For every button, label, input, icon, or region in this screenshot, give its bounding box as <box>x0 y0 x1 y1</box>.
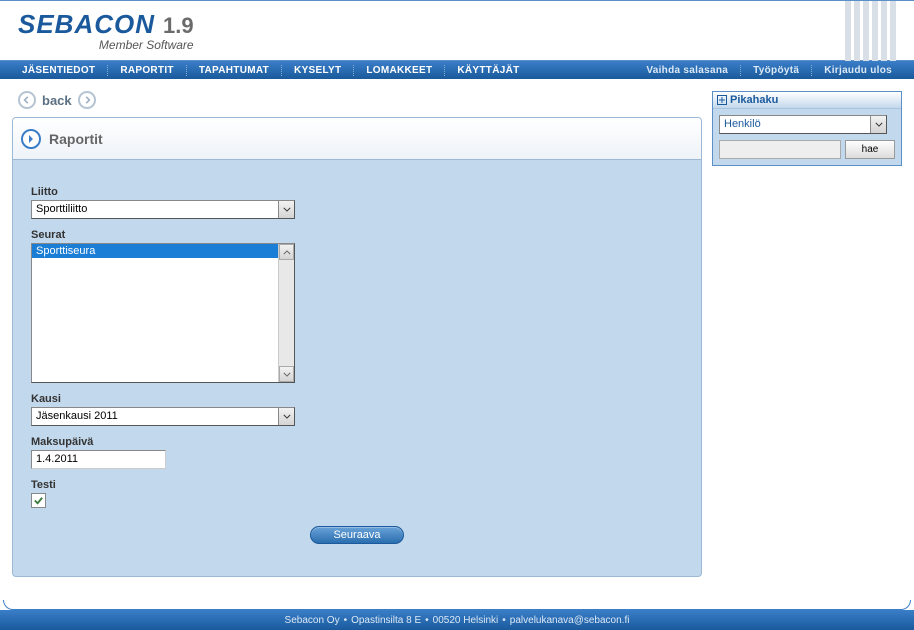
header: SEBACON 1.9 Member Software <box>0 1 914 61</box>
navbar: JÄSENTIEDOT RAPORTIT TAPAHTUMAT KYSELYT … <box>0 61 914 79</box>
chevron-down-icon <box>278 408 294 425</box>
panel-icon <box>21 129 41 149</box>
quicksearch-select[interactable]: Henkilö <box>719 115 887 134</box>
panel-header: Raportit <box>13 118 701 160</box>
liitto-select[interactable]: Sporttiliitto <box>31 200 295 219</box>
next-button[interactable]: Seuraava <box>310 526 404 544</box>
logo-version: 1.9 <box>163 13 194 39</box>
footer-city: 00520 Helsinki <box>433 615 499 626</box>
liitto-label: Liitto <box>31 186 683 198</box>
footer-email[interactable]: palvelukanava@sebacon.fi <box>510 615 630 626</box>
list-item[interactable]: Sporttiseura <box>32 244 294 258</box>
scrollbar[interactable] <box>278 244 294 382</box>
nav-raportit[interactable]: RAPORTIT <box>107 65 186 76</box>
scroll-down-icon[interactable] <box>279 366 294 382</box>
nav-change-password[interactable]: Vaihda salasana <box>634 65 740 76</box>
forward-button[interactable] <box>78 91 96 109</box>
frame-border <box>3 600 911 610</box>
quicksearch-input[interactable] <box>719 140 841 159</box>
seurat-label: Seurat <box>31 229 683 241</box>
kausi-select[interactable]: Jäsenkausi 2011 <box>31 407 295 426</box>
panel-title: Raportit <box>49 131 103 147</box>
maksupaiva-label: Maksupäivä <box>31 436 683 448</box>
footer: Sebacon Oy • Opastinsilta 8 E • 00520 He… <box>0 610 914 630</box>
nav-desktop[interactable]: Työpöytä <box>740 65 811 76</box>
logo-subtitle: Member Software <box>18 38 194 52</box>
seurat-listbox[interactable]: Sporttiseura <box>31 243 295 383</box>
main-panel: Raportit Liitto Sporttiliitto Seurat <box>12 117 702 577</box>
footer-company: Sebacon Oy <box>285 615 340 626</box>
arrow-left-icon <box>23 96 31 104</box>
maksupaiva-input[interactable]: 1.4.2011 <box>31 450 166 469</box>
kausi-label: Kausi <box>31 393 683 405</box>
logo: SEBACON 1.9 Member Software <box>18 9 194 52</box>
scroll-up-icon[interactable] <box>279 244 294 260</box>
collapse-icon[interactable] <box>717 95 727 105</box>
testi-label: Testi <box>31 479 683 491</box>
quicksearch-title: Pikahaku <box>730 94 778 106</box>
quicksearch-box: Pikahaku Henkilö hae <box>712 91 902 166</box>
nav-kayttajat[interactable]: KÄYTTÄJÄT <box>444 65 531 76</box>
footer-address: Opastinsilta 8 E <box>351 615 421 626</box>
arrow-right-icon <box>83 96 91 104</box>
arrow-right-circle-icon <box>26 134 36 144</box>
testi-checkbox[interactable] <box>31 493 46 508</box>
chevron-down-icon <box>278 201 294 218</box>
header-decoration <box>845 1 896 61</box>
search-button[interactable]: hae <box>845 140 895 159</box>
logo-name: SEBACON <box>18 9 155 40</box>
nav-lomakkeet[interactable]: LOMAKKEET <box>353 65 444 76</box>
quicksearch-header: Pikahaku <box>713 92 901 109</box>
check-icon <box>33 495 44 506</box>
nav-jasentiedot[interactable]: JÄSENTIEDOT <box>10 65 107 76</box>
back-label: back <box>42 93 72 108</box>
breadcrumb: back <box>12 91 702 109</box>
back-button[interactable] <box>18 91 36 109</box>
nav-kyselyt[interactable]: KYSELYT <box>281 65 353 76</box>
nav-logout[interactable]: Kirjaudu ulos <box>811 65 904 76</box>
nav-tapahtumat[interactable]: TAPAHTUMAT <box>186 65 281 76</box>
chevron-down-icon <box>870 116 886 133</box>
